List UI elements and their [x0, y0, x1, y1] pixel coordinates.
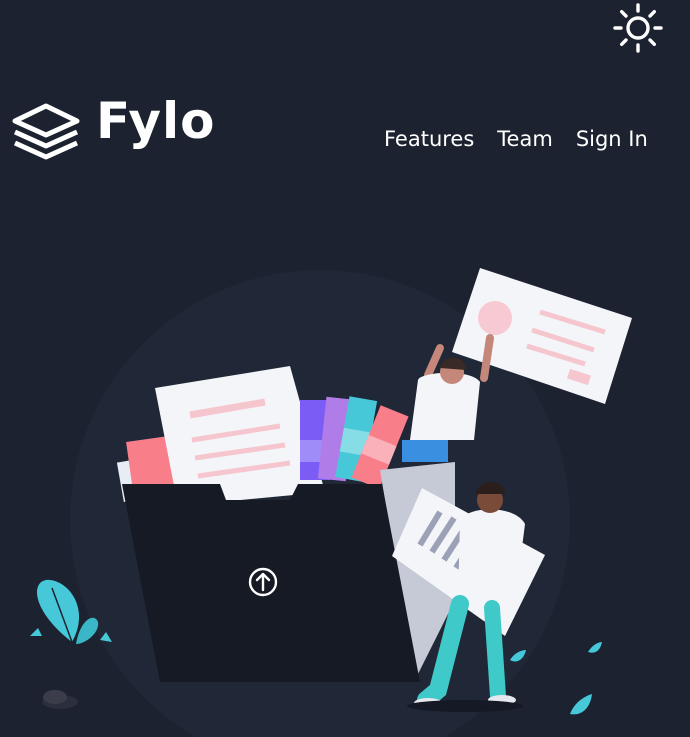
floor-shadow: [407, 700, 523, 712]
leaf: [570, 694, 592, 715]
nav-link-features[interactable]: Features: [384, 127, 474, 151]
theme-toggle-sun-icon[interactable]: [612, 2, 664, 54]
main-nav: Features Team Sign In: [384, 124, 648, 154]
hero-illustration: [30, 268, 632, 737]
fylo-logo[interactable]: Fylo: [10, 92, 230, 162]
nav-link-sign-in[interactable]: Sign In: [576, 127, 648, 151]
folder: [122, 484, 420, 682]
brand-name: Fylo: [96, 92, 216, 150]
stacked-layers-icon: [12, 103, 80, 160]
site-header: Fylo Features Team Sign In: [0, 92, 690, 164]
nav-link-team[interactable]: Team: [497, 127, 553, 151]
leaf: [588, 642, 602, 653]
